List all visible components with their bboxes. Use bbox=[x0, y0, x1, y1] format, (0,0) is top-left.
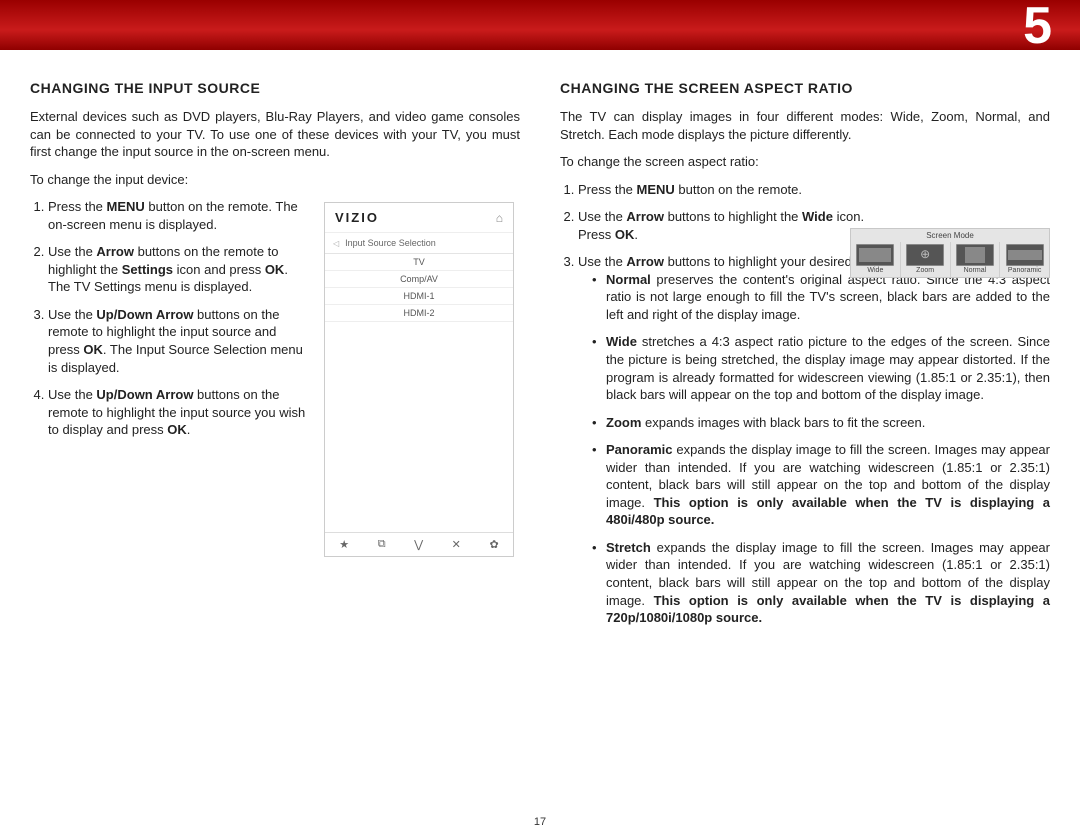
mode-panoramic: Panoramic expands the display image to f… bbox=[592, 441, 1050, 529]
aspect-step-3: Use the Arrow buttons to highlight your … bbox=[578, 253, 1050, 626]
menu-item-hdmi2: HDMI-2 bbox=[325, 305, 513, 322]
lead-line: To change the input device: bbox=[30, 171, 520, 189]
chapter-number: 5 bbox=[1023, 0, 1050, 56]
sm-normal: Normal bbox=[950, 242, 1000, 277]
aspect-intro: The TV can display images in four differ… bbox=[560, 108, 1050, 143]
left-column: CHANGING THE INPUT SOURCE External devic… bbox=[30, 80, 520, 637]
home-icon: ⌂ bbox=[496, 211, 503, 225]
sm-wide: Wide bbox=[851, 242, 900, 277]
aspect-step-2: Use the Arrow buttons to highlight the W… bbox=[578, 208, 868, 243]
panoramic-icon bbox=[1006, 244, 1044, 266]
mode-zoom: Zoom expands images with black bars to f… bbox=[592, 414, 1050, 432]
menu-item-compav: Comp/AV bbox=[325, 271, 513, 288]
chapter-header: 5 bbox=[0, 0, 1080, 50]
section-heading-input-source: CHANGING THE INPUT SOURCE bbox=[30, 80, 520, 96]
step-2: Use the Arrow buttons on the remote to h… bbox=[48, 243, 310, 296]
aspect-modes-list: Normal preserves the content's original … bbox=[592, 271, 1050, 627]
step-4: Use the Up/Down Arrow buttons on the rem… bbox=[48, 386, 310, 439]
star-icon: ★ bbox=[339, 538, 349, 551]
screen-mode-widget: Screen Mode Wide Zoom Normal Panoramic bbox=[850, 228, 1050, 278]
v-icon: ⋁ bbox=[414, 538, 423, 551]
mode-wide: Wide stretches a 4:3 aspect ratio pictur… bbox=[592, 333, 1050, 403]
page-number: 17 bbox=[0, 816, 1080, 828]
menu-item-hdmi1: HDMI-1 bbox=[325, 288, 513, 305]
section-heading-aspect-ratio: CHANGING THE SCREEN ASPECT RATIO bbox=[560, 80, 1050, 96]
gear-icon: ✿ bbox=[489, 538, 498, 551]
menu-item-tv: TV bbox=[325, 254, 513, 271]
vizio-menu-illustration: VIZIO ⌂ ◁ Input Source Selection TV Comp… bbox=[324, 202, 514, 557]
vizio-menu-items: TV Comp/AV HDMI-1 HDMI-2 bbox=[325, 253, 513, 322]
wide-icon bbox=[856, 244, 894, 266]
vizio-bottom-bar: ★ ⧉ ⋁ ✕ ✿ bbox=[325, 532, 513, 556]
right-column: CHANGING THE SCREEN ASPECT RATIO The TV … bbox=[560, 80, 1050, 637]
normal-icon bbox=[956, 244, 994, 266]
step-3: Use the Up/Down Arrow buttons on the rem… bbox=[48, 306, 310, 376]
zoom-icon bbox=[906, 244, 944, 266]
intro-paragraph: External devices such as DVD players, Bl… bbox=[30, 108, 520, 161]
close-icon: ✕ bbox=[452, 538, 461, 551]
menu-section-title: Input Source Selection bbox=[345, 238, 436, 248]
step-1: Press the MENU button on the remote. The… bbox=[48, 198, 310, 233]
aspect-lead: To change the screen aspect ratio: bbox=[560, 153, 1050, 171]
sm-panoramic: Panoramic bbox=[999, 242, 1049, 277]
sm-zoom: Zoom bbox=[900, 242, 950, 277]
mode-normal: Normal preserves the content's original … bbox=[592, 271, 1050, 324]
aspect-step-1: Press the MENU button on the remote. bbox=[578, 181, 868, 199]
input-steps: Press the MENU button on the remote. The… bbox=[48, 198, 310, 439]
back-icon: ◁ bbox=[333, 239, 339, 248]
mode-stretch: Stretch expands the display image to fil… bbox=[592, 539, 1050, 627]
screen-mode-title: Screen Mode bbox=[851, 229, 1049, 242]
panel-icon: ⧉ bbox=[378, 538, 386, 551]
vizio-logo: VIZIO bbox=[335, 210, 379, 225]
